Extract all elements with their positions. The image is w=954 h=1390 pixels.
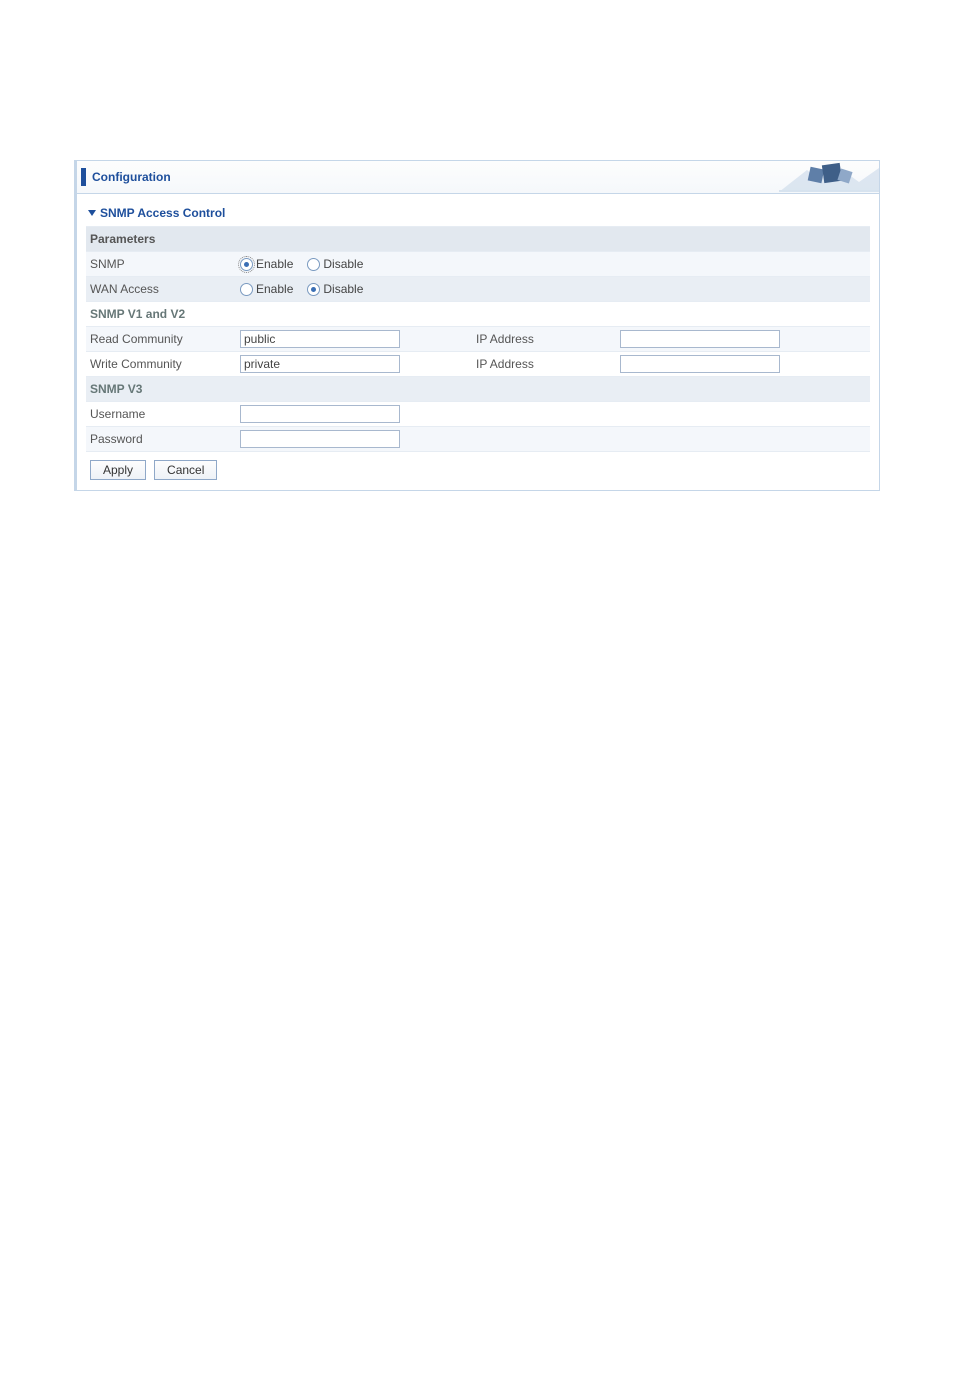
snmp-v1v2-header: SNMP V1 and V2 [86,301,870,326]
snmp-v3-header: SNMP V3 [86,376,870,401]
button-row: Apply Cancel [86,451,870,480]
password-input[interactable] [240,430,400,448]
radio-icon [240,258,253,271]
section-title-text: SNMP Access Control [100,206,225,220]
disable-label: Disable [323,282,363,296]
wan-enable-radio[interactable]: Enable [240,282,293,296]
parameters-label: Parameters [90,232,240,246]
snmp-v3-label: SNMP V3 [90,382,142,396]
snmp-row: SNMP Enable Disable [86,251,870,276]
header-decoration-icon [779,162,879,192]
radio-icon [307,258,320,271]
snmp-label: SNMP [90,257,240,271]
write-ip-input[interactable] [620,355,780,373]
read-ip-label: IP Address [470,332,620,346]
panel-header: Configuration [77,161,879,194]
password-row: Password [86,426,870,451]
radio-icon [240,283,253,296]
write-ip-label: IP Address [470,357,620,371]
title-accent-bar [81,168,86,186]
snmp-v1v2-label: SNMP V1 and V2 [90,307,185,321]
enable-label: Enable [256,282,293,296]
read-community-row: Read Community IP Address [86,326,870,351]
username-label: Username [90,407,240,421]
config-panel: Configuration SNMP Access Control Parame… [74,160,880,491]
wan-access-label: WAN Access [90,282,240,296]
read-ip-input[interactable] [620,330,780,348]
radio-icon [307,283,320,296]
read-community-label: Read Community [90,332,240,346]
apply-button[interactable]: Apply [90,460,146,480]
disable-label: Disable [323,257,363,271]
cancel-button[interactable]: Cancel [154,460,217,480]
panel-title-strip: Configuration [81,168,171,186]
wan-disable-radio[interactable]: Disable [307,282,363,296]
wan-access-row: WAN Access Enable Disable [86,276,870,301]
password-label: Password [90,432,240,446]
read-community-input[interactable] [240,330,400,348]
write-community-label: Write Community [90,357,240,371]
snmp-disable-radio[interactable]: Disable [307,257,363,271]
panel-title: Configuration [92,170,171,184]
panel-content: SNMP Access Control Parameters SNMP Enab… [77,194,879,490]
write-community-input[interactable] [240,355,400,373]
chevron-down-icon [88,210,96,216]
section-title[interactable]: SNMP Access Control [86,202,870,226]
parameters-header-row: Parameters [86,226,870,251]
snmp-enable-radio[interactable]: Enable [240,257,293,271]
username-input[interactable] [240,405,400,423]
enable-label: Enable [256,257,293,271]
write-community-row: Write Community IP Address [86,351,870,376]
username-row: Username [86,401,870,426]
